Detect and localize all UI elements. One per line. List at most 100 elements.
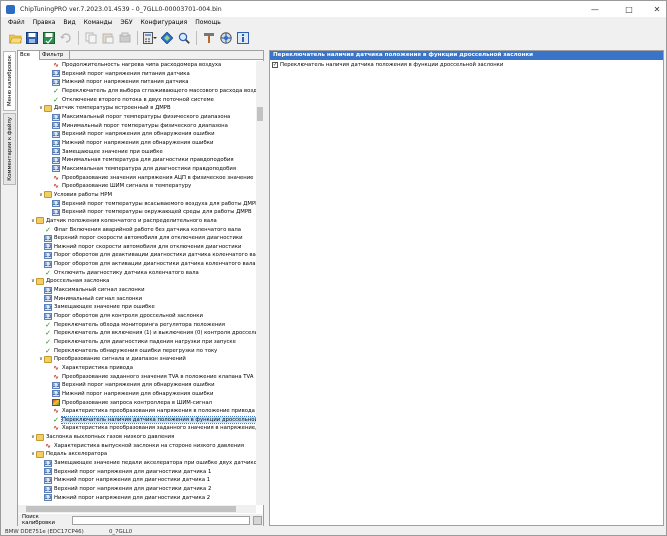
tree-item-label: Нижний порог скорости автомобиля для отк… bbox=[54, 243, 242, 250]
tree-folder[interactable]: ∨ Педаль акселератора bbox=[18, 450, 107, 458]
menu-edit[interactable]: Правка bbox=[29, 19, 60, 26]
tree-item-label: Нижний порог напряжения для обнаружения … bbox=[62, 140, 214, 147]
value-icon: 1.2 bbox=[52, 113, 60, 121]
folder-icon bbox=[36, 433, 44, 441]
paste-button[interactable] bbox=[101, 31, 115, 45]
search-button[interactable] bbox=[253, 515, 262, 525]
tree-item[interactable]: ✓ Переключатель для диагностики падения н… bbox=[18, 338, 236, 346]
tab-all[interactable]: Все bbox=[18, 51, 40, 60]
scrollbar-thumb[interactable] bbox=[26, 506, 236, 512]
menu-ecu[interactable]: ЭБУ bbox=[117, 19, 137, 26]
info-button[interactable] bbox=[236, 31, 250, 45]
calculator-button[interactable] bbox=[143, 31, 157, 45]
tree-item[interactable]: 1.2 Нижний порог напряжения питания датчи… bbox=[18, 78, 189, 86]
tree-item[interactable]: ∿ Характеристика преобразования напряжени… bbox=[18, 407, 255, 415]
tree-item-label: Переключатель для диагностики падения на… bbox=[54, 338, 236, 345]
open-folder-button[interactable] bbox=[8, 31, 22, 45]
tab-filter[interactable]: Фильтр bbox=[40, 51, 70, 60]
toolbar bbox=[1, 28, 666, 48]
tree-vertical-scrollbar[interactable] bbox=[256, 61, 264, 505]
save-as-button[interactable] bbox=[42, 31, 56, 45]
search-zoom-button[interactable] bbox=[177, 31, 191, 45]
tree-folder[interactable]: ∨ Датчик положения коленчатого и распреде… bbox=[18, 217, 217, 225]
tree-item[interactable]: 1.2 Верхний порог напряжения питания датч… bbox=[18, 70, 190, 78]
menu-configuration[interactable]: Конфигурация bbox=[137, 19, 192, 26]
tree-item[interactable]: 1.2 Минимальный сигнал заслонки bbox=[18, 295, 142, 303]
tree-item-label: Отключить диагностику датчика коленчатог… bbox=[54, 269, 199, 276]
tree-item[interactable]: ✓ Переключатель обхода мониторинга регуля… bbox=[18, 321, 225, 329]
tree-item[interactable]: ∿ Преобразование значения напряжения АЦП … bbox=[18, 173, 253, 182]
tree-item[interactable]: 1.2 Верхний порог температуры окружающей … bbox=[18, 208, 252, 216]
menu-file[interactable]: Файл bbox=[4, 19, 29, 26]
tree-folder[interactable]: ∨ Датчик температуры встроенный в ДМРВ bbox=[18, 104, 171, 112]
tree-item[interactable]: 1.2 Замещающее значение при ошибке bbox=[18, 148, 163, 156]
diamond-button[interactable] bbox=[160, 31, 174, 45]
tree-folder[interactable]: ∨ Заслонка выхлопных газов низкого давлен… bbox=[18, 433, 174, 441]
undo-button[interactable] bbox=[59, 31, 73, 45]
folder-icon bbox=[36, 450, 44, 458]
tree-folder[interactable]: ∨ Преобразование сигнала и диапазон значе… bbox=[18, 355, 186, 363]
tree-item[interactable]: ✓ Переключатель наличия датчика положения… bbox=[18, 415, 256, 424]
tree-item[interactable]: ✓ Отключить диагностику датчика коленчато… bbox=[18, 269, 199, 277]
checkbox-icon: ✓ bbox=[45, 346, 51, 355]
tree-item[interactable]: ✓ Флаг Включения аварийной работе без дат… bbox=[18, 225, 241, 234]
tree-item[interactable]: 1.2 Минимальная температура для диагности… bbox=[18, 156, 234, 164]
close-button[interactable]: ✕ bbox=[643, 1, 667, 17]
tree-item[interactable]: 1.2 Нижний порог напряжения для диагности… bbox=[18, 476, 210, 484]
tree-item[interactable]: 1.2 Верхний порог скорости автомобиля для… bbox=[18, 234, 243, 242]
ecu-button[interactable] bbox=[219, 31, 233, 45]
app-window: ChipTuningPRO ver.7.2023.01.4539 - 0_7GL… bbox=[0, 0, 667, 536]
tree-item[interactable]: ∿ Характеристика преобразования заданного… bbox=[18, 424, 256, 432]
side-tab-file-comments[interactable]: Комментарии к файлу bbox=[3, 113, 16, 185]
tree-horizontal-scrollbar[interactable] bbox=[18, 505, 256, 513]
write-button[interactable] bbox=[118, 31, 132, 45]
save-button[interactable] bbox=[25, 31, 39, 45]
tools-button[interactable] bbox=[202, 31, 216, 45]
tree-item[interactable]: ✓ Переключатель обнаружения ошибки перегр… bbox=[18, 346, 218, 355]
tree-item[interactable]: 1.2 Нижний порог напряжения для диагности… bbox=[18, 494, 210, 502]
tree-item-label: Характеристика преобразования заданного … bbox=[62, 425, 256, 432]
tree-item[interactable]: ∿ Характеристика выпускной заслонки на ст… bbox=[18, 442, 244, 450]
tree-item[interactable]: 1.2 Порог оборотов для деактивации диагно… bbox=[18, 251, 256, 259]
tree-item[interactable]: 1.2 Верхний порог напряжения для диагност… bbox=[18, 485, 211, 493]
tree-folder[interactable]: ∨ Условия работы НРМ bbox=[18, 191, 112, 199]
scrollbar-thumb[interactable] bbox=[257, 107, 263, 121]
tree-item[interactable]: 1.2 Нижний порог скорости автомобиля для … bbox=[18, 243, 241, 251]
search-input[interactable] bbox=[72, 515, 250, 525]
tree-item-label: Переключатель обнаружения ошибки перегру… bbox=[54, 347, 218, 354]
tree-item[interactable]: ∿ Преобразование ШИМ сигнала в температур… bbox=[18, 182, 191, 190]
menu-commands[interactable]: Команды bbox=[80, 19, 117, 26]
maximize-button[interactable]: □ bbox=[615, 1, 643, 17]
tree-item[interactable]: 1.2 Нижний порог напряжения для обнаружен… bbox=[18, 390, 213, 398]
tree-item[interactable]: 1.2 Максимальный сигнал заслонки bbox=[18, 286, 145, 294]
tree-item[interactable]: 1.2 Нижний порог напряжения для обнаружен… bbox=[18, 139, 213, 147]
menu-view[interactable]: Вид bbox=[59, 19, 79, 26]
tree-item[interactable]: 1.2 Верхний порог напряжения для обнаруже… bbox=[18, 381, 215, 389]
tree-item[interactable]: 1.2 Верхний порог температуры всасываемог… bbox=[18, 199, 256, 208]
tree-item[interactable]: 1.2 Максимальный порог температуры физиче… bbox=[18, 113, 230, 121]
tree-item[interactable]: ✓ Отключение второго потока в двух поточн… bbox=[18, 96, 214, 104]
tree-item[interactable]: 1.2 Порог оборотов для контроля дроссельн… bbox=[18, 312, 203, 320]
tree-item[interactable]: 1.2 Верхний порог напряжения для диагност… bbox=[18, 468, 211, 476]
tree-folder[interactable]: ∨ Дроссельная заслонка bbox=[18, 277, 109, 285]
sensor-presence-checkbox[interactable]: ✓ bbox=[272, 62, 278, 68]
tree-item[interactable]: 1.2 Порог оборотов для активации диагност… bbox=[18, 260, 255, 268]
tree-item[interactable]: 1.2 Верхний порог напряжения для обнаруже… bbox=[18, 130, 215, 138]
tree-item[interactable]: 1.2 Замещающее значение педали акселерато… bbox=[18, 459, 256, 467]
tree-item[interactable]: ✓ Переключатель для включения (1) и выклю… bbox=[18, 329, 256, 337]
tree-item[interactable]: 1.2 Максимальная температура для диагност… bbox=[18, 165, 236, 173]
tree-item[interactable]: ∿ Характеристика привода bbox=[18, 364, 133, 372]
side-tab-calibration-menu[interactable]: Меню калибровок bbox=[3, 51, 16, 111]
tree-item[interactable]: ∿ Преобразование заданного значения TVA в… bbox=[18, 372, 253, 381]
tree-item[interactable]: ✓ Переключатель для выбора сглаживающего … bbox=[18, 87, 256, 95]
value-icon: 1.2 bbox=[52, 208, 60, 216]
tree-item[interactable]: 1.2 Замещающее значение при ошибке bbox=[18, 303, 155, 311]
tree-item[interactable]: ∿ Продолжительность нагрева чипа расходом… bbox=[18, 61, 221, 69]
copy-button[interactable] bbox=[84, 31, 98, 45]
details-checkbox-row[interactable]: ✓ Переключатель наличия датчика положени… bbox=[270, 62, 663, 68]
tree-item[interactable]: Преобразование запроса контроллера в ШИМ… bbox=[18, 398, 212, 407]
folder-icon bbox=[44, 355, 52, 363]
minimize-button[interactable]: — bbox=[581, 1, 609, 17]
tree-item[interactable]: 1.2 Минимальный порог температуры физичес… bbox=[18, 122, 228, 130]
menu-help[interactable]: Помощь bbox=[191, 19, 225, 26]
